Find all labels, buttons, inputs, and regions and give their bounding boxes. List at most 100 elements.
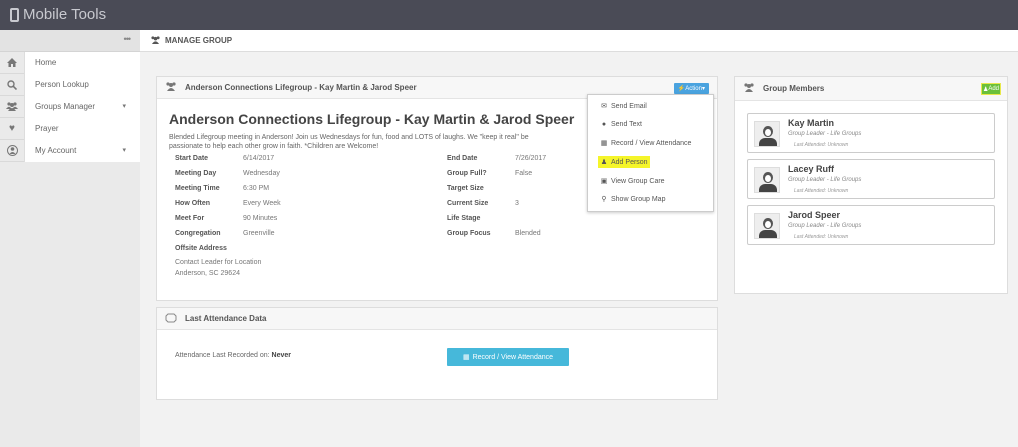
page-header: MANAGE GROUP [140,30,1018,52]
group-members-panel: Group Members ♟ Add Kay Martin Group Lead… [734,76,1008,294]
panel-header: Group Members [735,77,1007,101]
field-value: 7/26/2017 [515,155,547,162]
sidebar-item-prayer[interactable]: ♥ Prayer [0,117,140,140]
sidebar-item-home[interactable]: Home [0,51,140,74]
field-value: Wednesday [243,170,280,177]
menu-item-send-text[interactable]: ● Send Text [598,118,644,130]
menu-item-view-group-care[interactable]: ▣ View Group Care [598,175,667,187]
field-key: Congregation [175,230,221,237]
member-card[interactable]: Kay Martin Group Leader - Life Groups La… [747,113,995,153]
member-last-attended: Last Attended: Unknown [794,142,849,148]
sidebar-item-person-lookup[interactable]: Person Lookup [0,73,140,96]
search-icon [0,74,24,96]
field-value: Greenville [243,230,275,237]
field-meet-for: Meet For 90 Minutes [175,215,277,227]
member-role: Group Leader - Life Groups [788,223,862,229]
field-key: Offsite Address [175,245,227,252]
sidebar-item-label: Person Lookup [24,73,140,96]
field-value: 6/14/2017 [243,155,275,162]
field-value: 90 Minutes [243,215,278,222]
users-icon [743,83,755,94]
member-name: Kay Martin [788,118,835,128]
field-key: Meeting Time [175,185,220,192]
menu-item-show-group-map[interactable]: ⚲ Show Group Map [598,193,667,205]
menu-item-send-email[interactable]: ✉ Send Email [598,100,649,112]
member-last-attended: Last Attended: Unknown [794,234,849,240]
field-end-date: End Date 7/26/2017 [447,155,546,167]
field-key: End Date [447,155,478,162]
field-group-focus: Group Focus Blended [447,230,541,242]
field-how-often: How Often Every Week [175,200,281,212]
menu-item-label: Record / View Attendance [611,139,692,147]
field-target-size: Target Size [447,185,515,197]
field-offsite-address: Offsite Address [175,245,265,257]
attendance-value: Never [271,352,291,359]
action-label: Action [685,85,702,92]
button-label: Record / View Attendance [472,353,554,361]
field-start-date: Start Date 6/14/2017 [175,155,274,167]
sidebar: ••• Home Person Lookup Groups Manager ▾ … [0,30,140,447]
home-icon [0,52,24,74]
address-line: Anderson, SC 29624 [175,270,240,277]
sidebar-header: ••• [0,30,140,52]
lightning-icon: ⚡ [677,86,686,92]
menu-item-add-person[interactable]: ♟ Add Person [598,156,650,168]
field-key: Meet For [175,215,205,222]
member-name: Jarod Speer [788,210,841,220]
sidebar-collapse-icon[interactable]: ••• [124,34,132,44]
action-dropdown-button[interactable]: ⚡ Action ▾ [673,83,709,94]
field-key: Group Focus [447,230,491,237]
panel-title: Last Attendance Data [185,314,267,323]
chevron-down-icon: ▾ [122,147,126,154]
calendar-icon: ▦ [462,354,470,361]
briefcase-icon: ▣ [600,178,608,185]
field-meeting-time: Meeting Time 6:30 PM [175,185,269,197]
add-label: Add [988,86,1000,92]
field-congregation: Congregation Greenville [175,230,275,242]
sidebar-item-label: Home [24,51,140,74]
users-icon [0,96,24,118]
action-menu: ✉ Send Email ● Send Text ▦ Record / View At… [587,94,714,212]
field-current-size: Current Size 3 [447,200,519,212]
member-name: Lacey Ruff [788,164,835,174]
member-role: Group Leader - Life Groups [788,131,862,137]
member-role: Group Leader - Life Groups [788,177,862,183]
menu-item-label: Send Email [611,102,647,110]
member-card[interactable]: Lacey Ruff Group Leader - Life Groups La… [747,159,995,199]
group-description: Blended Lifegroup meeting in Anderson! J… [169,133,609,151]
field-key: Current Size [447,200,489,207]
field-key: How Often [175,200,210,207]
field-value: False [515,170,533,177]
envelope-icon: ✉ [601,103,607,110]
field-key: Start Date [175,155,209,162]
attendance-status: Attendance Last Recorded on: Never [175,352,291,359]
member-card[interactable]: Jarod Speer Group Leader - Life Groups L… [747,205,995,245]
app-brand[interactable]: Mobile Tools [10,6,106,23]
user-circle-icon [0,140,24,162]
sidebar-item-groups-manager[interactable]: Groups Manager ▾ [0,95,140,118]
field-life-stage: Life Stage [447,215,515,227]
field-meeting-day: Meeting Day Wednesday [175,170,280,182]
comment-icon: ● [601,120,607,128]
add-member-button[interactable]: ♟ Add [981,83,1001,95]
chevron-down-icon: ▾ [122,103,126,110]
avatar [754,121,780,147]
field-value: Every Week [243,200,281,207]
users-icon [150,35,161,46]
sidebar-item-label: Prayer [24,117,140,140]
chevron-down-icon: ▾ [701,86,705,92]
field-key: Target Size [447,185,484,192]
menu-item-record-attendance[interactable]: ▦ Record / View Attendance [598,137,693,149]
address-line: Contact Leader for Location [175,259,262,266]
menu-item-label: Show Group Map [611,195,666,203]
record-attendance-button[interactable]: ▦ Record / View Attendance [447,348,569,366]
sidebar-item-my-account[interactable]: My Account ▾ [0,139,140,162]
calendar-icon: ▦ [600,140,608,147]
ticket-icon [165,313,177,325]
field-value: 3 [515,200,519,207]
field-key: Group Full? [447,170,487,177]
attendance-panel: Last Attendance Data Attendance Last Rec… [156,307,718,400]
panel-header: Last Attendance Data [157,308,717,330]
main-content: MANAGE GROUP Anderson Connections Lifegr… [140,30,1018,447]
description-line: passionate to help each other grow in fa… [169,143,379,150]
